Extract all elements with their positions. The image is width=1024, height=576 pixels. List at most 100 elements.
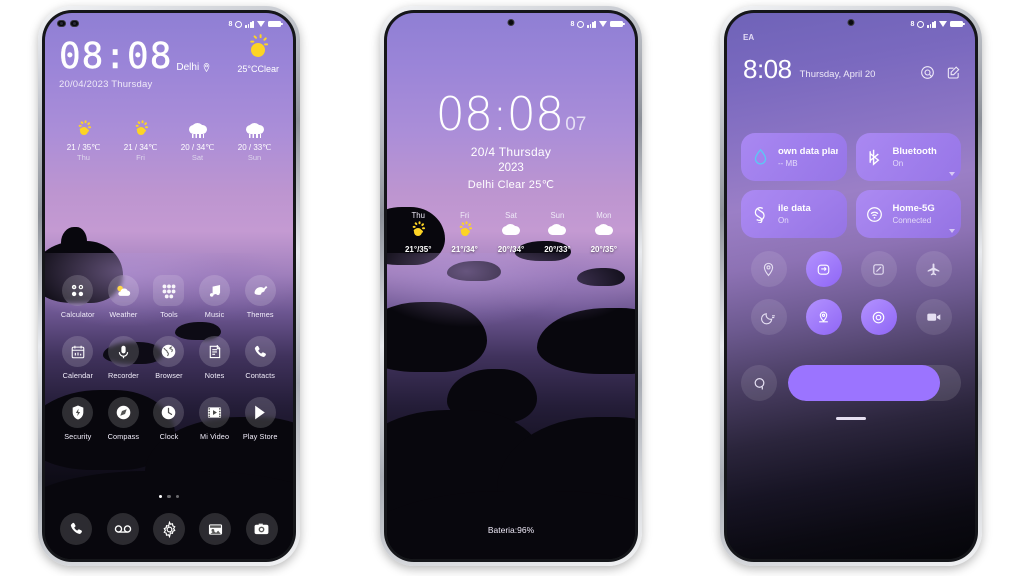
brightness-slider[interactable] (788, 365, 961, 401)
app-notes[interactable]: Notes (192, 336, 238, 380)
wifi-icon (257, 21, 265, 27)
toggle-airplane-mode[interactable] (915, 251, 952, 287)
screenshot-canvas: 8 08:08 Delhi 20/04/2023 Thursday 25°CCl… (0, 0, 1024, 576)
forecast-item: Fri 21°/34° (441, 211, 487, 254)
app-clock[interactable]: Clock (146, 397, 192, 441)
cloud-icon (581, 222, 627, 242)
signal-icon (927, 20, 936, 28)
battery-status-text: Bateria:96% (487, 525, 535, 535)
tile-subtitle: On (778, 216, 789, 225)
signal-icon (587, 20, 596, 28)
app-recorder[interactable]: Recorder (101, 336, 147, 380)
page-dot[interactable] (167, 495, 171, 499)
home-indicator[interactable] (727, 417, 975, 420)
lock-weather-line: Delhi Clear 25℃ (467, 179, 555, 191)
carrier-label: EA (743, 33, 755, 42)
status-battery-number: 8 (228, 20, 233, 28)
video-film-icon (199, 397, 231, 428)
toggle-gps-pin[interactable] (805, 299, 842, 335)
dock-messages[interactable] (99, 513, 145, 545)
tile-text: own data plan -- MB (778, 146, 838, 168)
app-contacts[interactable]: Contacts (237, 336, 283, 380)
app-themes[interactable]: Themes (237, 275, 283, 319)
app-label: Security (64, 432, 92, 441)
dock-gallery[interactable] (192, 513, 238, 545)
quick-settings-tiles: own data plan -- MB Bluetooth On ile dat… (741, 133, 961, 238)
forecast-temp: 20 / 33℃ (237, 143, 272, 152)
lock-forecast-row[interactable]: Thu 21°/35° Fri 21°/34° Sat 20°/34° Sun … (395, 211, 627, 254)
settings-search-icon[interactable] (920, 65, 935, 80)
app-music[interactable]: Music (192, 275, 238, 319)
lock-clock-widget[interactable]: 08:08 07 20/4 Thursday 2023 Delhi Clear 2… (387, 91, 635, 191)
app-calculator[interactable]: Calculator (55, 275, 101, 319)
forecast-item: Sun 20°/33° (534, 211, 580, 254)
dock-settings[interactable] (146, 513, 192, 545)
toggle-screen-record[interactable] (860, 299, 897, 335)
brightness-row (741, 365, 961, 401)
page-dot[interactable] (175, 495, 180, 499)
tile-title: Home-5G (892, 203, 935, 214)
battery-icon (268, 20, 283, 28)
tile-title: Bluetooth (892, 146, 937, 157)
cloud-icon (534, 222, 580, 242)
chevron-down-icon[interactable] (949, 172, 955, 176)
app-weather[interactable]: Weather (101, 275, 147, 319)
forecast-item: 21 / 35℃ Thu (55, 120, 112, 162)
current-weather-widget[interactable]: 25°CClear (237, 33, 279, 74)
weather-icon (107, 275, 139, 306)
forecast-item: Thu 21°/35° (395, 211, 441, 254)
bluetooth-icon (865, 147, 885, 167)
tile-data-plan[interactable]: own data plan -- MB (741, 133, 847, 181)
forecast-day: Sat (191, 153, 204, 162)
home-forecast-row[interactable]: 21 / 35℃ Thu 21 / 34℃ Fri 20 / 34℃ Sat 2… (55, 120, 283, 162)
toggle-video-camera[interactable] (915, 299, 952, 335)
phone2-bezel: 8 08:08 07 20/4 Thursday 2023 Delhi Clear… (384, 10, 638, 562)
tile-wifi-home5g[interactable]: Home-5G Connected (855, 190, 961, 238)
toggle-dnd-moon[interactable] (750, 299, 787, 335)
forecast-item: Mon 20°/35° (581, 211, 627, 254)
app-browser[interactable]: Browser (146, 336, 192, 380)
dnd-icon (577, 20, 585, 28)
forecast-temp: 20°/34° (497, 245, 525, 254)
app-calendar[interactable]: Calendar (55, 336, 101, 380)
wifi-circle-icon (865, 204, 885, 224)
dock (53, 513, 285, 545)
toggle-screen-crop[interactable] (860, 251, 897, 287)
app-label: Calculator (60, 310, 95, 319)
app-compass[interactable]: Compass (101, 397, 147, 441)
auto-brightness-icon[interactable] (741, 365, 777, 401)
app-mi-video[interactable]: Mi Video (192, 397, 238, 441)
dnd-icon (917, 20, 925, 28)
toggle-screenshot[interactable] (805, 251, 842, 287)
forecast-day: Sun (247, 153, 262, 162)
dock-camera[interactable] (239, 513, 285, 545)
tile-bluetooth[interactable]: Bluetooth On (855, 133, 961, 181)
calendar-icon (62, 336, 94, 367)
cloud-rain-icon (226, 121, 283, 141)
dock-phone[interactable] (53, 513, 99, 545)
chevron-down-icon[interactable] (949, 229, 955, 233)
edit-icon[interactable] (946, 65, 961, 80)
dnd-icon (235, 20, 243, 28)
page-dot-active[interactable] (158, 495, 163, 499)
phone3-screen: 8 EA 8:08 Thursday, April 20 own data pl… (727, 13, 975, 559)
current-weather-text: 25°CClear (237, 64, 279, 74)
wifi-icon (939, 21, 947, 27)
app-security[interactable]: Security (55, 397, 101, 441)
tile-mobile-data[interactable]: ile data On (741, 190, 847, 238)
app-label: Notes (204, 371, 225, 380)
phone1-screen: 8 08:08 Delhi 20/04/2023 Thursday 25°CCl… (45, 13, 293, 559)
toggle-location[interactable] (750, 251, 787, 287)
home-clock-city: Delhi (176, 62, 200, 73)
app-tools-folder[interactable]: Tools (146, 275, 192, 319)
play-store-icon (244, 397, 276, 428)
app-label: Weather (109, 310, 138, 319)
tile-subtitle: Connected (892, 216, 932, 225)
app-grid: Calculator Weather Tools Music Themes Ca… (55, 275, 283, 458)
tile-text: Bluetooth On (893, 146, 937, 168)
gear-icon (153, 513, 186, 545)
app-play-store[interactable]: Play Store (237, 397, 283, 441)
page-indicator-dots[interactable] (45, 495, 293, 499)
app-row: Calendar Recorder Browser Notes Contacts (55, 336, 283, 380)
forecast-temp: 20°/35° (590, 245, 618, 254)
